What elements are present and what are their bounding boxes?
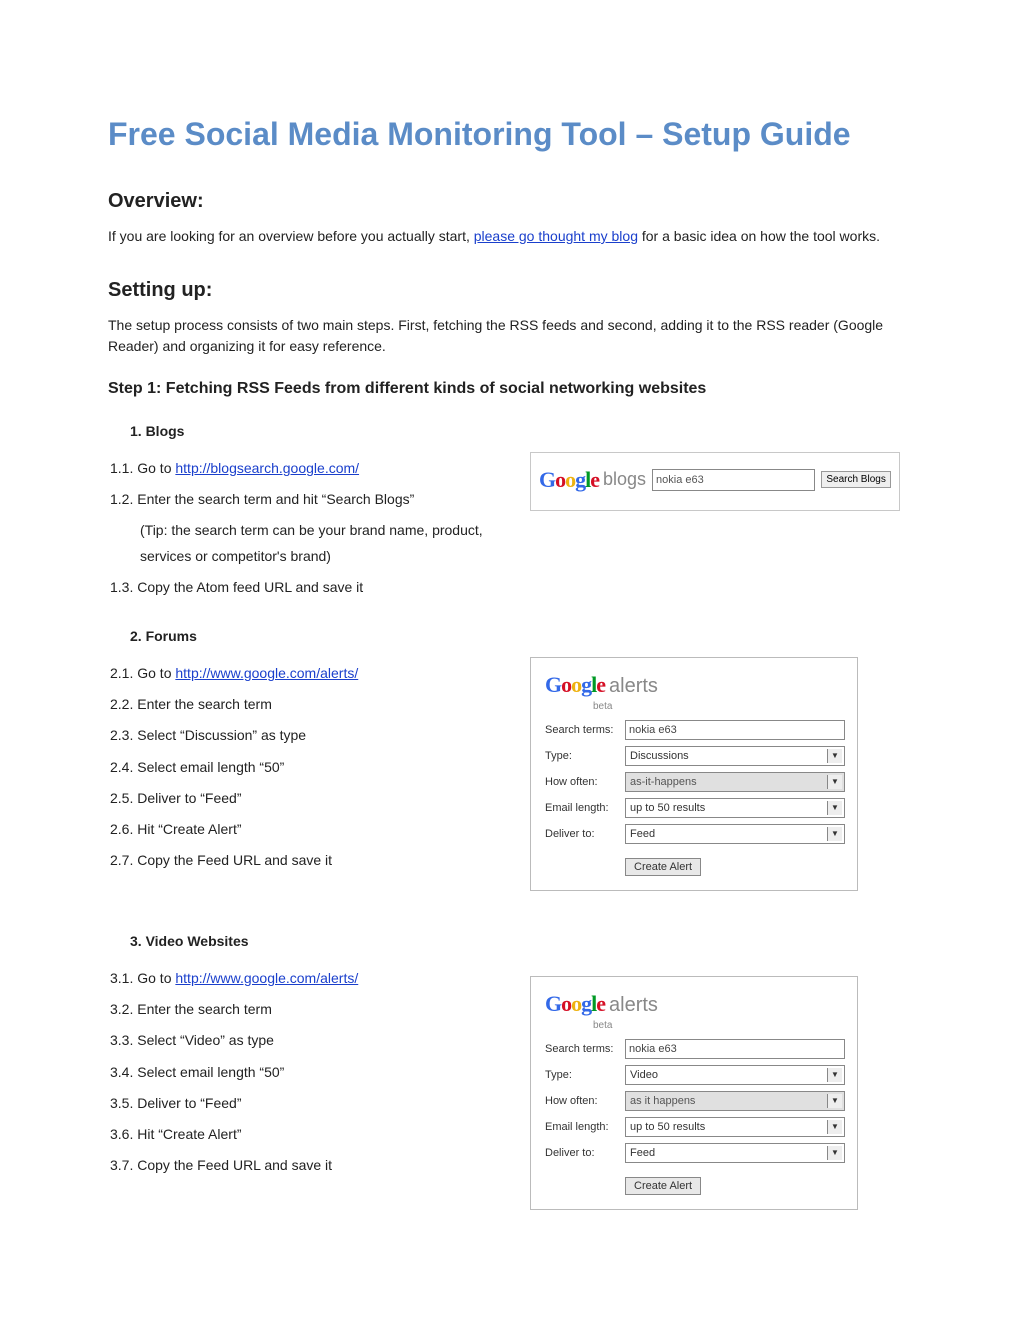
alerts-beta-label: beta xyxy=(593,699,845,714)
video-item-4: 3.4. Select email length “50” xyxy=(110,1060,510,1085)
google-logo: Google xyxy=(545,987,605,1020)
alerts-search-input[interactable] xyxy=(625,1039,845,1059)
alerts-label: alerts xyxy=(609,671,658,701)
setting-up-heading: Setting up: xyxy=(108,275,912,305)
alerts-len-select[interactable]: up to 50 results xyxy=(625,798,845,818)
overview-paragraph: If you are looking for an overview befor… xyxy=(108,226,912,247)
chevron-down-icon xyxy=(827,1146,842,1160)
alerts-how-label: How often: xyxy=(545,774,625,791)
overview-heading: Overview: xyxy=(108,186,912,216)
google-logo: Google xyxy=(539,463,599,496)
step1-heading: Step 1: Fetching RSS Feeds from differen… xyxy=(108,377,912,401)
section-blogs-label: 1. Blogs xyxy=(130,421,912,442)
video-item-1: 3.1. Go to http://www.google.com/alerts/ xyxy=(110,966,510,991)
alerts-type-select[interactable]: Discussions xyxy=(625,746,845,766)
video-item-7: 3.7. Copy the Feed URL and save it xyxy=(110,1153,510,1178)
page-title: Free Social Media Monitoring Tool – Setu… xyxy=(108,110,912,158)
alerts-how-select[interactable]: as it happens xyxy=(625,1091,845,1111)
chevron-down-icon xyxy=(827,1068,842,1082)
blogs-item-2: 1.2. Enter the search term and hit “Sear… xyxy=(110,487,510,512)
alerts-deliver-label: Deliver to: xyxy=(545,826,625,843)
alerts-link-video[interactable]: http://www.google.com/alerts/ xyxy=(175,970,358,986)
create-alert-button[interactable]: Create Alert xyxy=(625,1177,701,1195)
blogs-item-1: 1.1. Go to http://blogsearch.google.com/ xyxy=(110,456,510,481)
google-blogs-search-input[interactable] xyxy=(652,469,815,491)
alerts-label: alerts xyxy=(609,990,658,1020)
forums-item-6: 2.6. Hit “Create Alert” xyxy=(110,817,510,842)
alerts-deliver-select[interactable]: Feed xyxy=(625,1143,845,1163)
section-forums-label: 2. Forums xyxy=(130,626,912,647)
forums-item-7: 2.7. Copy the Feed URL and save it xyxy=(110,848,510,873)
alerts-how-select[interactable]: as-it-happens xyxy=(625,772,845,792)
google-alerts-widget-video: Google alerts beta Search terms: Type: V… xyxy=(530,976,858,1210)
forums-item-1: 2.1. Go to http://www.google.com/alerts/ xyxy=(110,661,510,686)
blogs-item-3: 1.3. Copy the Atom feed URL and save it xyxy=(110,575,510,600)
alerts-search-label: Search terms: xyxy=(545,1041,625,1058)
chevron-down-icon xyxy=(827,827,842,841)
alerts-type-label: Type: xyxy=(545,748,625,765)
section-video-label: 3. Video Websites xyxy=(130,931,912,952)
search-blogs-button[interactable]: Search Blogs xyxy=(821,471,890,488)
overview-blog-link[interactable]: please go thought my blog xyxy=(474,228,638,244)
alerts-link-forums[interactable]: http://www.google.com/alerts/ xyxy=(175,665,358,681)
create-alert-button[interactable]: Create Alert xyxy=(625,858,701,876)
chevron-down-icon xyxy=(827,1120,842,1134)
document-page: Free Social Media Monitoring Tool – Setu… xyxy=(0,0,1020,1270)
blogs-item-2-tip: (Tip: the search term can be your brand … xyxy=(140,518,510,568)
alerts-how-label: How often: xyxy=(545,1093,625,1110)
video-item-5: 3.5. Deliver to “Feed” xyxy=(110,1091,510,1116)
video-item-3: 3.3. Select “Video” as type xyxy=(110,1028,510,1053)
alerts-type-select[interactable]: Video xyxy=(625,1065,845,1085)
alerts-type-label: Type: xyxy=(545,1067,625,1084)
alerts-search-label: Search terms: xyxy=(545,722,625,739)
google-blogs-widget: Google blogs Search Blogs xyxy=(530,452,900,511)
overview-text-after: for a basic idea on how the tool works. xyxy=(638,228,880,244)
video-item-6: 3.6. Hit “Create Alert” xyxy=(110,1122,510,1147)
alerts-len-label: Email length: xyxy=(545,800,625,817)
alerts-beta-label: beta xyxy=(593,1018,845,1033)
setting-up-intro: The setup process consists of two main s… xyxy=(108,315,912,357)
forums-item-3: 2.3. Select “Discussion” as type xyxy=(110,723,510,748)
alerts-search-input[interactable] xyxy=(625,720,845,740)
chevron-down-icon xyxy=(827,801,842,815)
alerts-len-label: Email length: xyxy=(545,1119,625,1136)
forums-item-5: 2.5. Deliver to “Feed” xyxy=(110,786,510,811)
google-logo: Google xyxy=(545,668,605,701)
overview-text-before: If you are looking for an overview befor… xyxy=(108,228,474,244)
forums-item-4: 2.4. Select email length “50” xyxy=(110,755,510,780)
google-blogs-label: blogs xyxy=(603,466,646,493)
blogsearch-link[interactable]: http://blogsearch.google.com/ xyxy=(175,460,359,476)
forums-item-2: 2.2. Enter the search term xyxy=(110,692,510,717)
alerts-len-select[interactable]: up to 50 results xyxy=(625,1117,845,1137)
chevron-down-icon xyxy=(827,1094,842,1108)
chevron-down-icon xyxy=(827,749,842,763)
chevron-down-icon xyxy=(827,775,842,789)
alerts-deliver-label: Deliver to: xyxy=(545,1145,625,1162)
google-alerts-widget-forums: Google alerts beta Search terms: Type: D… xyxy=(530,657,858,891)
video-item-2: 3.2. Enter the search term xyxy=(110,997,510,1022)
alerts-deliver-select[interactable]: Feed xyxy=(625,824,845,844)
